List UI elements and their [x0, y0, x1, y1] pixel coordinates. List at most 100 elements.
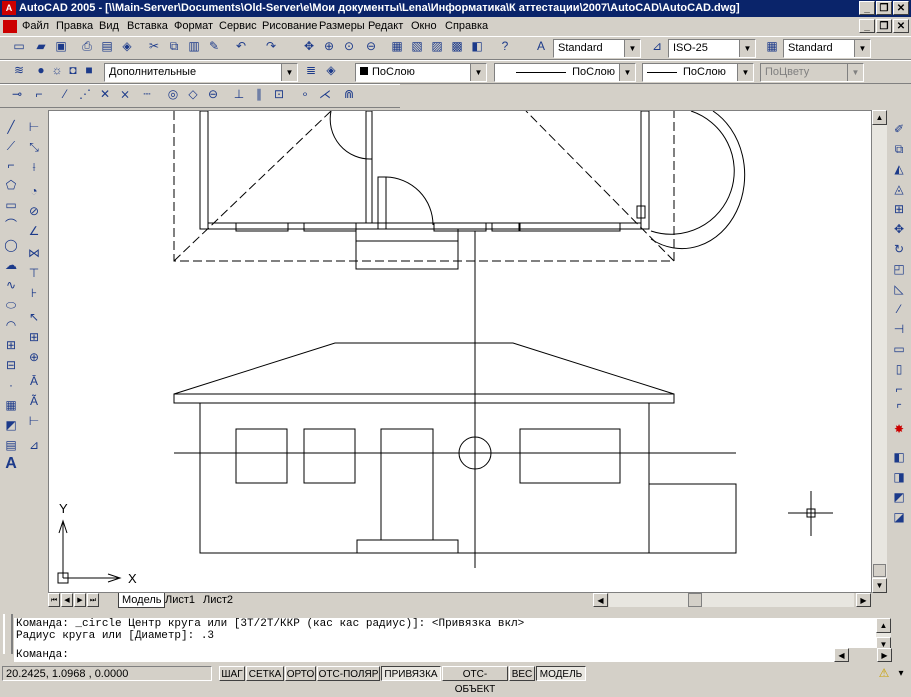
cut-icon[interactable]: ✂: [145, 37, 163, 55]
stretch-icon[interactable]: ◺: [889, 280, 909, 299]
comm-center-icon[interactable]: ⚠: [876, 666, 892, 681]
markup-icon[interactable]: ◧: [468, 37, 486, 55]
dim-continue-icon[interactable]: ⊦: [24, 284, 44, 303]
qleader-icon[interactable]: ↖: [24, 308, 44, 327]
menu-tools[interactable]: Сервис: [219, 17, 257, 36]
dim-baseline-icon[interactable]: ⊤: [24, 264, 44, 283]
snap-insert-icon[interactable]: ⊡: [270, 85, 288, 103]
lineweight-select[interactable]: ПоСлою ▼: [642, 63, 754, 82]
table-icon[interactable]: ▤: [1, 436, 21, 455]
snap-parallel-icon[interactable]: ∥: [250, 85, 268, 103]
status-ortho[interactable]: ОРТО: [285, 666, 316, 681]
layer-previous-icon[interactable]: ◈: [322, 61, 340, 79]
color-select[interactable]: ПоСлою ▼: [355, 63, 487, 82]
layer-manager-icon[interactable]: ≋: [10, 61, 28, 79]
snap-perpendicular-icon[interactable]: ⊥: [230, 85, 248, 103]
tab-last-icon[interactable]: ⏭: [87, 593, 99, 607]
scroll-right-icon[interactable]: ▶: [877, 648, 892, 662]
scroll-thumb[interactable]: [873, 564, 886, 577]
document-icon[interactable]: [3, 20, 17, 33]
pan-icon[interactable]: ✥: [300, 37, 318, 55]
doc-close-icon[interactable]: ✕: [893, 19, 909, 33]
status-otrack[interactable]: ОТС-ОБЪЕКТ: [442, 666, 508, 695]
point-icon[interactable]: ·: [1, 376, 21, 395]
properties-icon[interactable]: ▦: [388, 37, 406, 55]
region-icon[interactable]: ◩: [1, 416, 21, 435]
xline-icon[interactable]: ⟋: [1, 137, 21, 156]
designcenter-icon[interactable]: ▧: [408, 37, 426, 55]
matchprop-icon[interactable]: ✎: [205, 37, 223, 55]
offset-icon[interactable]: ◬: [889, 180, 909, 199]
scroll-right-icon[interactable]: ▶: [856, 593, 871, 607]
scroll-up-icon[interactable]: ▲: [876, 618, 891, 633]
move-icon[interactable]: ✥: [889, 220, 909, 239]
coordinates-display[interactable]: 20.2425, 1.0968 , 0.0000: [2, 666, 212, 681]
status-lwt[interactable]: ВЕС: [509, 666, 535, 681]
restore-icon[interactable]: ❐: [876, 1, 892, 15]
menu-view[interactable]: Вид: [99, 17, 119, 36]
new-icon[interactable]: ▭: [10, 37, 28, 55]
command-hscroll[interactable]: ◀ ▶: [834, 648, 892, 662]
horizontal-scroll-thumb[interactable]: [688, 593, 702, 607]
ellipse-arc-icon[interactable]: ◠: [1, 316, 21, 335]
tab-layout1[interactable]: Лист1: [162, 593, 198, 607]
plot-icon[interactable]: ⎙: [78, 37, 96, 55]
dim-text-edit-icon[interactable]: Ã: [24, 392, 44, 411]
doc-restore-icon[interactable]: ❐: [876, 19, 892, 33]
horizontal-scroll-track[interactable]: [609, 593, 854, 607]
snap-apparent-icon[interactable]: ⨯: [116, 85, 134, 103]
break-point-icon[interactable]: ▭: [889, 340, 909, 359]
scroll-left-icon[interactable]: ◀: [593, 593, 608, 607]
status-snap[interactable]: ШАГ: [219, 666, 245, 681]
dim-ordinate-icon[interactable]: ⟊: [24, 158, 44, 177]
draworder-under-icon[interactable]: ◪: [889, 508, 909, 527]
copy-icon[interactable]: ⧉: [165, 37, 183, 55]
spline-icon[interactable]: ∿: [1, 276, 21, 295]
circle-icon[interactable]: ◯: [1, 236, 21, 255]
save-icon[interactable]: ▣: [52, 37, 70, 55]
dim-diameter-icon[interactable]: ⊘: [24, 202, 44, 221]
table-style-select[interactable]: Standard ▼: [783, 39, 871, 58]
menu-window[interactable]: Окно: [411, 17, 437, 36]
snap-tangent-icon[interactable]: ⊖: [204, 85, 222, 103]
menu-help[interactable]: Справка: [445, 17, 488, 36]
status-osnap[interactable]: ПРИВЯЗКА: [381, 666, 441, 681]
menu-file[interactable]: Файл: [22, 17, 49, 36]
menu-format[interactable]: Формат: [174, 17, 213, 36]
insert-block-icon[interactable]: ⊞: [1, 336, 21, 355]
snap-center-icon[interactable]: ◎: [164, 85, 182, 103]
menu-dimension[interactable]: Размеры: [319, 17, 365, 36]
scroll-up-icon[interactable]: ▲: [872, 110, 887, 125]
dim-angular-icon[interactable]: ∠: [24, 222, 44, 241]
snap-midpoint-icon[interactable]: ⋰: [76, 85, 94, 103]
table-style-icon[interactable]: ▦: [763, 37, 781, 55]
paste-icon[interactable]: ▥: [185, 37, 203, 55]
rotate-icon[interactable]: ↻: [889, 240, 909, 259]
command-line-input[interactable]: Команда:: [14, 648, 836, 662]
qdim-icon[interactable]: ⋈: [24, 244, 44, 263]
make-block-icon[interactable]: ⊟: [1, 356, 21, 375]
revcloud-icon[interactable]: ☁: [1, 256, 21, 275]
scroll-down-icon[interactable]: ▼: [872, 578, 887, 593]
undo-icon[interactable]: ↶: [232, 37, 250, 55]
layer-color-icon[interactable]: ■: [80, 61, 98, 79]
command-grip[interactable]: [3, 614, 13, 654]
status-menu-icon[interactable]: ▾: [895, 666, 907, 681]
make-current-icon[interactable]: ≣: [302, 61, 320, 79]
center-mark-icon[interactable]: ⊕: [24, 348, 44, 367]
menu-edit[interactable]: Правка: [56, 17, 93, 36]
snap-intersection-icon[interactable]: ✕: [96, 85, 114, 103]
temp-track-icon[interactable]: ⊸: [8, 85, 26, 103]
drawing-canvas[interactable]: Y X: [48, 110, 872, 593]
snap-from-icon[interactable]: ⌐: [30, 85, 48, 103]
erase-icon[interactable]: ✐: [889, 120, 909, 139]
break-icon[interactable]: ▯: [889, 360, 909, 379]
open-icon[interactable]: ▰: [32, 37, 50, 55]
mtext-icon[interactable]: A: [1, 454, 21, 473]
snap-extension-icon[interactable]: ┄: [138, 85, 156, 103]
menu-insert[interactable]: Вставка: [127, 17, 168, 36]
help-icon[interactable]: ?: [496, 37, 514, 55]
arc-icon[interactable]: ⌒: [1, 216, 21, 235]
layer-select[interactable]: Дополнительные ▼: [104, 63, 298, 82]
rectangle-icon[interactable]: ▭: [1, 196, 21, 215]
